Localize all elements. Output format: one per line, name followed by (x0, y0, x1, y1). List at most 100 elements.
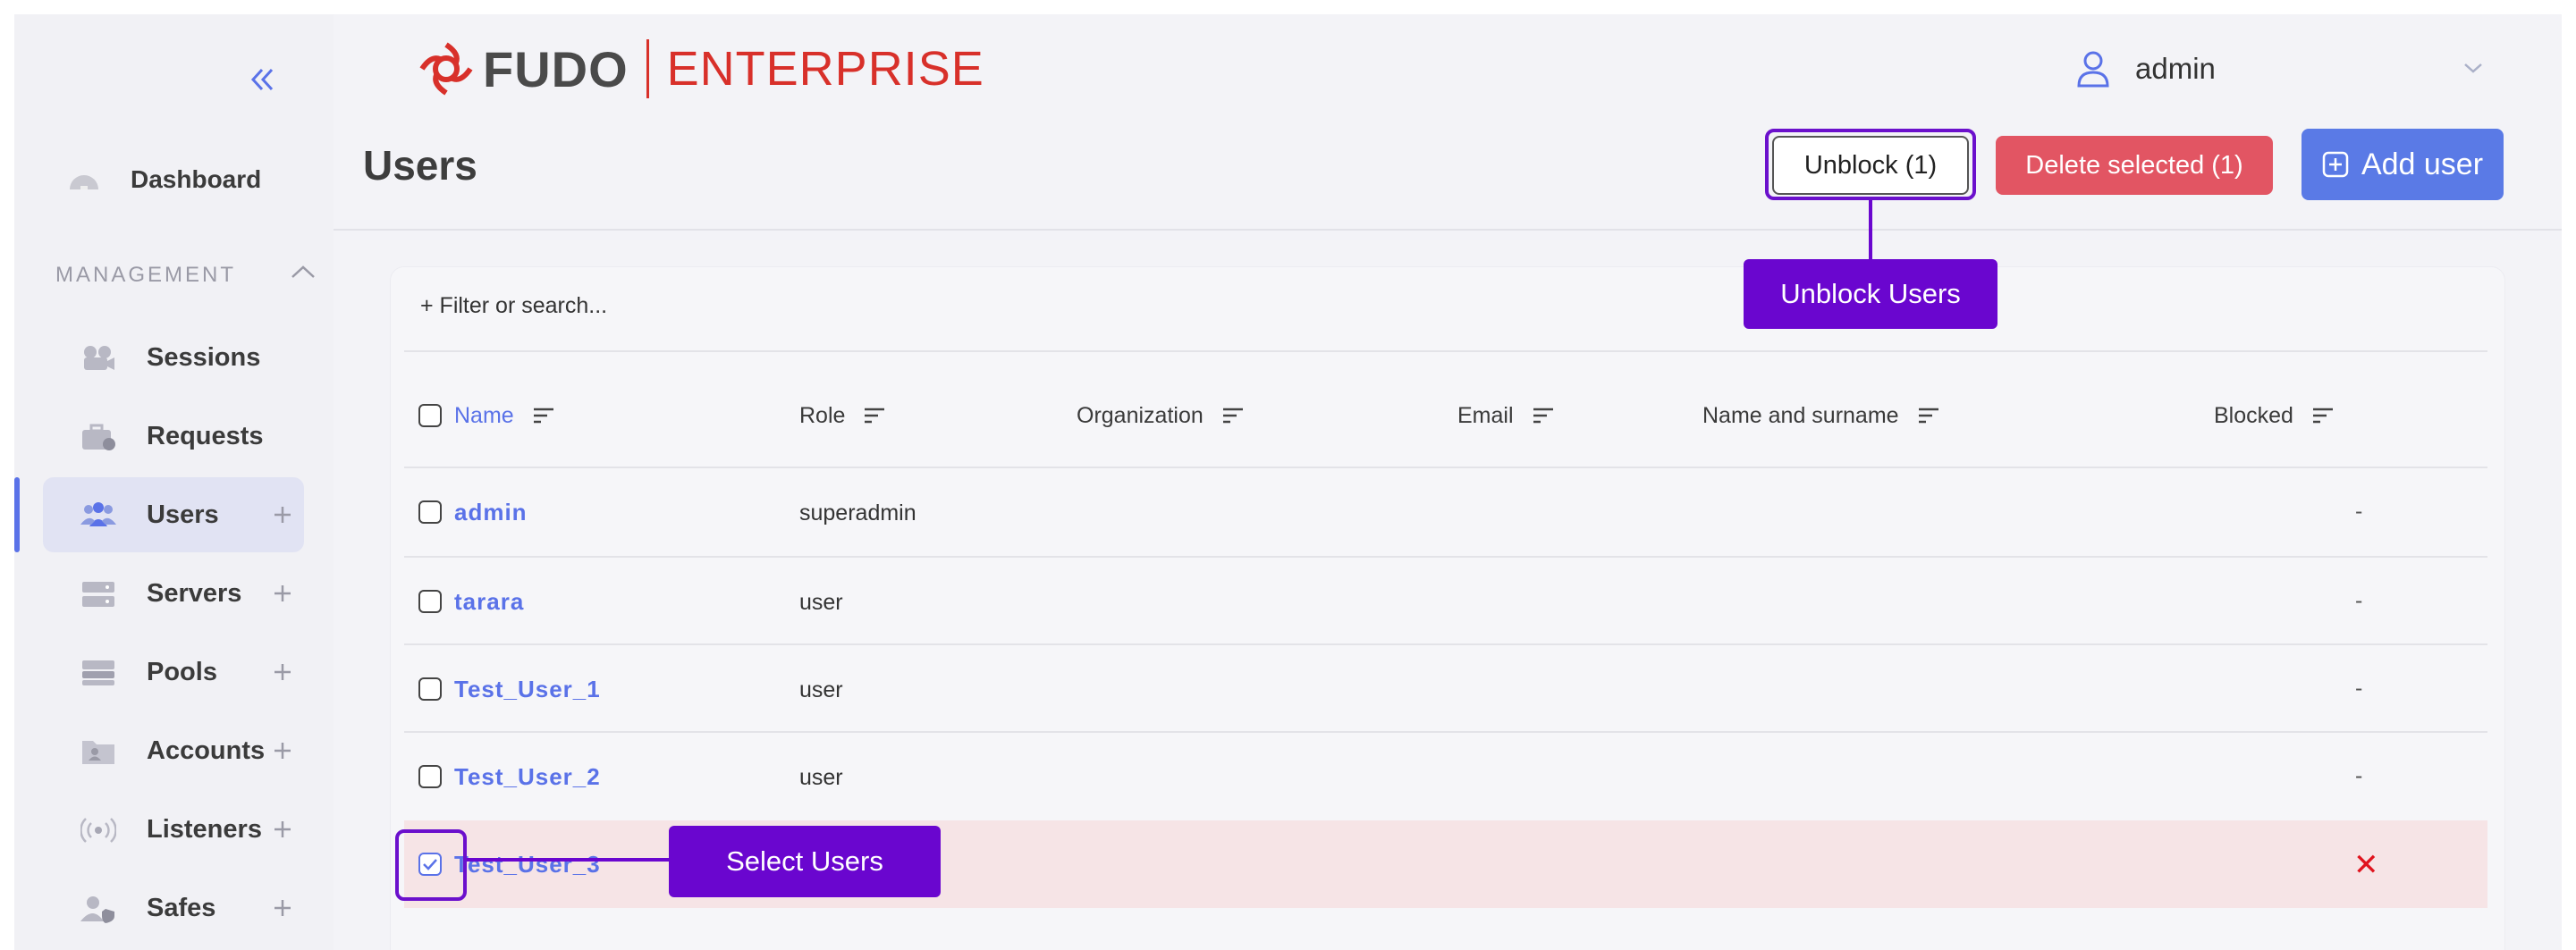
delete-selected-button[interactable]: Delete selected (1) (1996, 136, 2273, 195)
user-menu[interactable]: admin (2076, 46, 2482, 91)
table-row[interactable]: tarara user - (404, 558, 2487, 645)
sidebar-item-label: Accounts (147, 736, 266, 765)
add-pool-icon[interactable] (268, 658, 297, 686)
sidebar-item-requests[interactable]: Requests (43, 399, 304, 474)
sidebar-item-accounts[interactable]: Accounts (43, 713, 304, 788)
username: admin (2135, 52, 2216, 85)
sidebar-item-servers[interactable]: Servers (43, 556, 304, 631)
row-checkbox[interactable] (418, 590, 442, 613)
blocked-status: - (2355, 763, 2363, 788)
sidebar-item-users[interactable]: Users (43, 477, 304, 552)
sidebar-item-label: Listeners (147, 814, 262, 844)
blocked-status: - (2355, 499, 2363, 524)
column-label: Name (454, 402, 514, 428)
column-header-organization[interactable]: Organization (1077, 393, 1245, 438)
sidebar-item-dashboard[interactable]: Dashboard (68, 139, 261, 220)
column-header-email[interactable]: Email (1457, 393, 1555, 438)
brand-name: FUDO (483, 40, 629, 97)
sort-icon[interactable] (1221, 407, 1245, 425)
users-icon (80, 502, 116, 526)
column-header-role[interactable]: Role (799, 393, 886, 438)
user-role: superadmin (799, 500, 916, 525)
column-header-name[interactable]: Name (454, 393, 555, 438)
table-row[interactable]: Test_User_1 user - (404, 645, 2487, 733)
user-role: user (799, 765, 843, 790)
add-listener-icon[interactable] (268, 815, 297, 844)
sort-icon[interactable] (1532, 407, 1555, 425)
blocked-status: - (2355, 676, 2363, 701)
table-row[interactable]: admin superadmin - (404, 468, 2487, 556)
sort-icon[interactable] (1917, 407, 1940, 425)
folder-user-icon (82, 741, 114, 764)
brand-logo[interactable]: FUDO ENTERPRISE (418, 38, 984, 100)
sort-icon[interactable] (532, 407, 555, 425)
user-icon (2077, 51, 2109, 88)
collapse-sidebar-button[interactable] (240, 57, 284, 102)
sort-icon[interactable] (863, 407, 886, 425)
row-checkbox[interactable] (418, 677, 442, 701)
column-label: Email (1457, 402, 1514, 428)
add-account-icon[interactable] (268, 736, 297, 765)
broadcast-icon (80, 818, 116, 843)
brand-edition: ENTERPRISE (666, 42, 984, 96)
user-name-link[interactable]: Test_User_3 (454, 851, 601, 879)
plus-square-icon (2322, 151, 2349, 178)
filter-search-input[interactable]: + Filter or search... (420, 293, 607, 319)
section-management[interactable]: MANAGEMENT (55, 248, 324, 302)
server-icon (82, 582, 114, 607)
column-header-name-surname[interactable]: Name and surname (1702, 393, 1940, 438)
add-user-button[interactable]: Add user (2302, 129, 2504, 200)
gauge-icon (70, 175, 98, 189)
blocked-x-icon: ✕ (2353, 848, 2379, 882)
pool-icon (82, 660, 114, 685)
sidebar-item-pools[interactable]: Pools (43, 635, 304, 710)
select-connector (467, 858, 669, 862)
sidebar-item-listeners[interactable]: Listeners (43, 792, 304, 867)
add-safe-icon[interactable] (268, 894, 297, 922)
user-name-link[interactable]: tarara (454, 588, 524, 616)
brand-divider (646, 39, 649, 98)
divider (404, 350, 2487, 352)
select-highlight (395, 829, 467, 901)
add-user-label: Add user (2361, 147, 2484, 181)
sidebar-item-label: Pools (147, 657, 217, 686)
active-indicator (14, 477, 20, 552)
sidebar-item-sessions[interactable]: Sessions (43, 320, 304, 395)
column-label: Blocked (2214, 402, 2293, 428)
select-callout: Select Users (669, 826, 941, 897)
sidebar-item-label: Requests (147, 421, 264, 450)
user-name-link[interactable]: Test_User_1 (454, 676, 601, 703)
add-user-icon[interactable] (268, 500, 297, 529)
chevron-down-icon (2464, 63, 2482, 73)
column-label: Organization (1077, 402, 1204, 428)
user-name-link[interactable]: admin (454, 499, 528, 526)
section-label: MANAGEMENT (55, 263, 237, 287)
header-divider (334, 229, 2562, 231)
user-role: user (799, 590, 843, 615)
select-all-checkbox[interactable] (418, 404, 442, 427)
camera-icon (84, 346, 114, 370)
column-label: Name and surname (1702, 402, 1899, 428)
sidebar-item-safes[interactable]: Safes (43, 870, 304, 946)
sort-icon[interactable] (2311, 407, 2335, 425)
unblock-callout: Unblock Users (1744, 259, 1997, 329)
fudo-logo-icon (419, 42, 473, 96)
user-shield-icon (80, 896, 114, 923)
row-checkbox[interactable] (418, 500, 442, 524)
sidebar-item-label: Users (147, 500, 219, 529)
sidebar-item-label: Safes (147, 893, 216, 922)
briefcase-icon (82, 424, 115, 450)
sidebar-item-label: Sessions (147, 342, 261, 372)
row-checkbox[interactable] (418, 765, 442, 788)
page-title: Users (363, 142, 477, 189)
user-role: user (799, 677, 843, 702)
column-header-blocked[interactable]: Blocked (2214, 393, 2335, 438)
app-window: Dashboard MANAGEMENT Sessions Requests U… (14, 14, 2562, 950)
add-server-icon[interactable] (268, 579, 297, 608)
chevron-up-icon (291, 265, 315, 278)
sidebar-item-label: Dashboard (131, 165, 262, 193)
table-row[interactable]: Test_User_2 user - (404, 733, 2487, 820)
user-name-link[interactable]: Test_User_2 (454, 763, 601, 791)
sidebar-item-label: Servers (147, 578, 242, 608)
column-label: Role (799, 402, 846, 428)
